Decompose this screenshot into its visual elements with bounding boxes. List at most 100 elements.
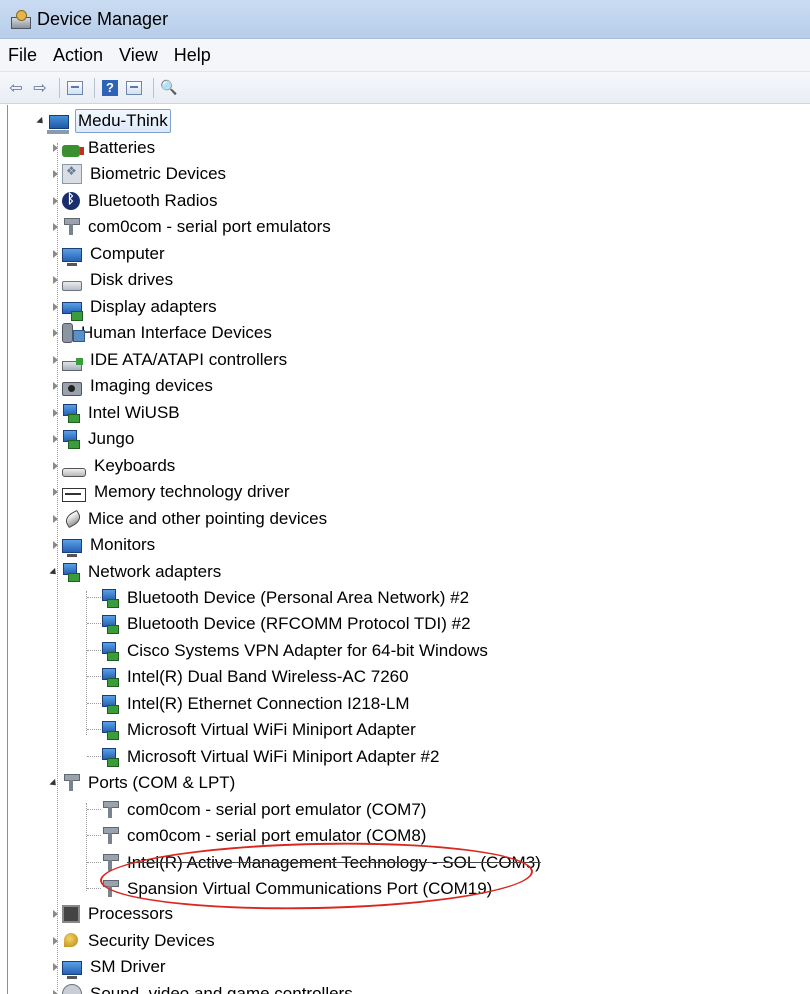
tree-node-biometric-devices[interactable]: Biometric Devices	[49, 161, 228, 187]
tree-node-security-devices[interactable]: Security Devices	[49, 928, 217, 954]
collapse-arrow-icon[interactable]	[49, 567, 59, 577]
network-icon	[62, 563, 80, 582]
tree-node-processors[interactable]: Processors	[49, 901, 175, 927]
title-bar: Device Manager	[0, 0, 810, 39]
menu-help[interactable]: Help	[166, 41, 219, 69]
help-button[interactable]: ?	[100, 78, 120, 98]
expand-arrow-icon[interactable]	[49, 275, 59, 285]
tree-leaf-network-adapter[interactable]: Microsoft Virtual WiFi Miniport Adapter	[101, 717, 418, 743]
tree-node-sm-driver[interactable]: SM Driver	[49, 954, 168, 980]
expand-arrow-icon[interactable]	[49, 143, 59, 153]
scan-hardware-changes-button[interactable]: 🔍	[159, 78, 179, 98]
serial-port-icon	[101, 854, 119, 872]
collapse-arrow-icon[interactable]	[49, 778, 59, 788]
tree-node-batteries[interactable]: Batteries	[49, 135, 157, 161]
tree-node-label: Bluetooth Radios	[88, 191, 218, 210]
menu-file[interactable]: File	[0, 41, 45, 69]
expand-arrow-icon[interactable]	[49, 989, 59, 994]
tree-leaf-port[interactable]: Intel(R) Active Management Technology - …	[101, 850, 543, 876]
expand-arrow-icon[interactable]	[49, 936, 59, 946]
mouse-icon	[62, 510, 80, 528]
network-icon	[62, 404, 80, 423]
expand-arrow-icon[interactable]	[49, 434, 59, 444]
tree-leaf-port-spansion[interactable]: Spansion Virtual Communications Port (CO…	[101, 876, 494, 902]
device-manager-icon	[9, 8, 31, 30]
help-icon: ?	[102, 79, 118, 96]
tree-node-ide-controllers[interactable]: IDE ATA/ATAPI controllers	[49, 347, 289, 373]
expand-arrow-icon[interactable]	[49, 461, 59, 471]
tree-node-label: Human Interface Devices	[81, 323, 272, 342]
expand-arrow-icon[interactable]	[49, 514, 59, 524]
tree-node-memory-technology[interactable]: Memory technology driver	[49, 479, 292, 505]
serial-port-icon	[62, 218, 80, 236]
tree-leaf-network-adapter[interactable]: Intel(R) Dual Band Wireless-AC 7260	[101, 664, 411, 690]
tree-leaf-network-adapter[interactable]: Bluetooth Device (Personal Area Network)…	[101, 585, 471, 611]
tree-node-ports[interactable]: Ports (COM & LPT)	[49, 770, 237, 796]
tree-leaf-port[interactable]: com0com - serial port emulator (COM8)	[101, 823, 428, 849]
tree-node-sound[interactable]: Sound, video and game controllers	[49, 981, 355, 994]
expand-arrow-icon[interactable]	[49, 355, 59, 365]
tree-node-imaging-devices[interactable]: Imaging devices	[49, 373, 215, 399]
tree-leaf-network-adapter[interactable]: Microsoft Virtual WiFi Miniport Adapter …	[101, 744, 441, 770]
expand-arrow-icon[interactable]	[49, 540, 59, 550]
tree-node-label: Computer	[90, 244, 165, 263]
tree-node-label: SM Driver	[90, 957, 166, 976]
tree-node-jungo[interactable]: Jungo	[49, 426, 136, 452]
serial-port-icon	[101, 880, 119, 898]
tree-node-monitors[interactable]: Monitors	[49, 532, 157, 558]
tree-guide-line	[87, 809, 101, 810]
tree-node-label: Display adapters	[90, 297, 217, 316]
tree-node-network-adapters[interactable]: Network adapters	[49, 559, 223, 585]
tree-node-label: Microsoft Virtual WiFi Miniport Adapter	[127, 720, 416, 739]
tree-node-label: Intel(R) Ethernet Connection I218-LM	[127, 694, 410, 713]
expand-arrow-icon[interactable]	[49, 328, 59, 338]
tree-node-hid[interactable]: Human Interface Devices	[49, 320, 274, 346]
toolbar: ⇦ ⇨ ? 🔍	[0, 72, 810, 104]
expand-arrow-icon[interactable]	[49, 962, 59, 972]
menu-view[interactable]: View	[111, 41, 166, 69]
tree-guide-line	[86, 591, 87, 735]
tree-node-display-adapters[interactable]: Display adapters	[49, 294, 219, 321]
tree-node-computer[interactable]: Computer	[49, 241, 167, 267]
tree-leaf-network-adapter[interactable]: Cisco Systems VPN Adapter for 64-bit Win…	[101, 638, 490, 664]
tree-node-intel-wiusb[interactable]: Intel WiUSB	[49, 400, 182, 426]
expand-arrow-icon[interactable]	[49, 487, 59, 497]
tree-node-keyboards[interactable]: Keyboards	[49, 453, 177, 479]
computer-icon	[47, 115, 69, 134]
memory-icon	[62, 488, 86, 502]
back-arrow-icon[interactable]: ⇦	[6, 78, 26, 98]
tree-node-com0com[interactable]: com0com - serial port emulators	[49, 214, 333, 240]
tree-leaf-network-adapter[interactable]: Bluetooth Device (RFCOMM Protocol TDI) #…	[101, 611, 473, 637]
computer-icon	[62, 961, 82, 979]
tree-node-bluetooth-radios[interactable]: Bluetooth Radios	[49, 188, 219, 214]
tree-node-label: Intel(R) Dual Band Wireless-AC 7260	[127, 667, 409, 686]
expand-arrow-icon[interactable]	[49, 249, 59, 259]
show-hide-console-tree-button[interactable]	[65, 78, 85, 98]
menu-action[interactable]: Action	[45, 41, 111, 69]
disk-drive-icon	[62, 281, 82, 291]
camera-icon	[62, 382, 82, 396]
device-tree[interactable]: Medu-Think Batteries Biometric Devices B…	[7, 105, 810, 994]
expand-arrow-icon[interactable]	[36, 116, 46, 126]
serial-port-icon	[101, 827, 119, 845]
tree-leaf-port[interactable]: com0com - serial port emulator (COM7)	[101, 797, 428, 823]
tree-root-node[interactable]: Medu-Think	[36, 108, 171, 134]
properties-button[interactable]	[124, 78, 144, 98]
tree-node-label: Sound, video and game controllers	[90, 984, 353, 994]
expand-arrow-icon[interactable]	[49, 408, 59, 418]
toolbar-separator	[59, 77, 60, 98]
expand-arrow-icon[interactable]	[49, 222, 59, 232]
display-adapter-icon	[62, 302, 83, 321]
expand-arrow-icon[interactable]	[49, 302, 59, 312]
tree-leaf-network-adapter[interactable]: Intel(R) Ethernet Connection I218-LM	[101, 691, 412, 717]
tree-node-label: Disk drives	[90, 270, 174, 289]
forward-arrow-icon[interactable]: ⇨	[30, 78, 50, 98]
expand-arrow-icon[interactable]	[49, 381, 59, 391]
expand-arrow-icon[interactable]	[49, 196, 59, 206]
expand-arrow-icon[interactable]	[49, 169, 59, 179]
tree-node-disk-drives[interactable]: Disk drives	[49, 267, 175, 293]
tree-node-label: Biometric Devices	[90, 164, 227, 183]
tree-node-mice[interactable]: Mice and other pointing devices	[49, 506, 329, 532]
tree-node-label: Monitors	[90, 535, 156, 554]
expand-arrow-icon[interactable]	[49, 909, 59, 919]
